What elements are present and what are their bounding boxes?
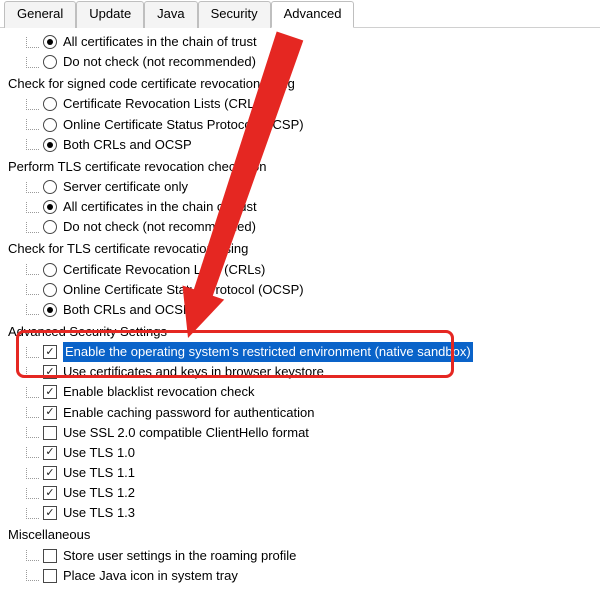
checkbox-option[interactable]: Place Java icon in system tray [26,566,592,586]
option-label: Both CRLs and OCSP [63,300,192,320]
radio-option[interactable]: Do not check (not recommended) [26,217,592,237]
checkbox-icon[interactable] [43,569,57,583]
tab-bar: GeneralUpdateJavaSecurityAdvanced [0,0,600,28]
advanced-settings-tree: All certificates in the chain of trustDo… [0,28,600,594]
option-label: Use certificates and keys in browser key… [63,362,324,382]
checkbox-icon[interactable] [43,385,57,399]
option-label: Certificate Revocation Lists (CRLs) [63,260,265,280]
checkbox-icon[interactable] [43,466,57,480]
option-label: All certificates in the chain of trust [63,32,257,52]
checkbox-option[interactable]: Use SSL 2.0 compatible ClientHello forma… [26,423,592,443]
checkbox-option[interactable]: Use TLS 1.3 [26,503,592,523]
group-label: Perform TLS certificate revocation check… [8,157,592,177]
option-label: Server certificate only [63,177,188,197]
radio-icon[interactable] [43,303,57,317]
option-label: Use TLS 1.1 [63,463,135,483]
tab-advanced[interactable]: Advanced [271,1,355,28]
group-label: Check for TLS certificate revocation usi… [8,239,592,259]
checkbox-icon[interactable] [43,345,57,359]
checkbox-icon[interactable] [43,506,57,520]
tab-security[interactable]: Security [198,1,271,28]
tab-update[interactable]: Update [76,1,144,28]
radio-icon[interactable] [43,55,57,69]
radio-icon[interactable] [43,97,57,111]
option-label: All certificates in the chain of trust [63,197,257,217]
checkbox-option[interactable]: Use TLS 1.0 [26,443,592,463]
radio-option[interactable]: Online Certificate Status Protocol (OCSP… [26,115,592,135]
radio-option[interactable]: Certificate Revocation Lists (CRLs) [26,94,592,114]
checkbox-option[interactable]: Use TLS 1.1 [26,463,592,483]
radio-option[interactable]: Server certificate only [26,177,592,197]
radio-icon[interactable] [43,283,57,297]
checkbox-icon[interactable] [43,549,57,563]
option-label: Both CRLs and OCSP [63,135,192,155]
group-label: Miscellaneous [8,525,592,545]
checkbox-icon[interactable] [43,365,57,379]
tab-general[interactable]: General [4,1,76,28]
checkbox-option[interactable]: Enable blacklist revocation check [26,382,592,402]
option-label: Do not check (not recommended) [63,217,256,237]
option-label: Online Certificate Status Protocol (OCSP… [63,280,304,300]
group-label: Check for signed code certificate revoca… [8,74,592,94]
radio-option[interactable]: Online Certificate Status Protocol (OCSP… [26,280,592,300]
radio-icon[interactable] [43,138,57,152]
radio-icon[interactable] [43,263,57,277]
checkbox-option[interactable]: Enable the operating system's restricted… [26,342,592,362]
option-label: Store user settings in the roaming profi… [63,546,296,566]
option-label: Do not check (not recommended) [63,52,256,72]
checkbox-icon[interactable] [43,446,57,460]
tab-java[interactable]: Java [144,1,197,28]
radio-option[interactable]: All certificates in the chain of trust [26,197,592,217]
radio-option[interactable]: All certificates in the chain of trust [26,32,592,52]
checkbox-icon[interactable] [43,426,57,440]
option-label: Certificate Revocation Lists (CRLs) [63,94,265,114]
option-label: Place Java icon in system tray [63,566,238,586]
radio-option[interactable]: Both CRLs and OCSP [26,135,592,155]
option-label: Enable blacklist revocation check [63,382,255,402]
radio-option[interactable]: Certificate Revocation Lists (CRLs) [26,260,592,280]
radio-option[interactable]: Do not check (not recommended) [26,52,592,72]
checkbox-option[interactable]: Store user settings in the roaming profi… [26,546,592,566]
radio-option[interactable]: Both CRLs and OCSP [26,300,592,320]
radio-icon[interactable] [43,220,57,234]
checkbox-icon[interactable] [43,406,57,420]
option-label: Use TLS 1.0 [63,443,135,463]
radio-icon[interactable] [43,118,57,132]
option-label: Online Certificate Status Protocol (OCSP… [63,115,304,135]
group-label: Advanced Security Settings [8,322,592,342]
radio-icon[interactable] [43,200,57,214]
checkbox-icon[interactable] [43,486,57,500]
option-label: Use TLS 1.3 [63,503,135,523]
checkbox-option[interactable]: Use TLS 1.2 [26,483,592,503]
radio-icon[interactable] [43,180,57,194]
checkbox-option[interactable]: Enable caching password for authenticati… [26,403,592,423]
option-label: Enable the operating system's restricted… [63,342,473,362]
radio-icon[interactable] [43,35,57,49]
checkbox-option[interactable]: Use certificates and keys in browser key… [26,362,592,382]
option-label: Use TLS 1.2 [63,483,135,503]
option-label: Enable caching password for authenticati… [63,403,315,423]
option-label: Use SSL 2.0 compatible ClientHello forma… [63,423,309,443]
